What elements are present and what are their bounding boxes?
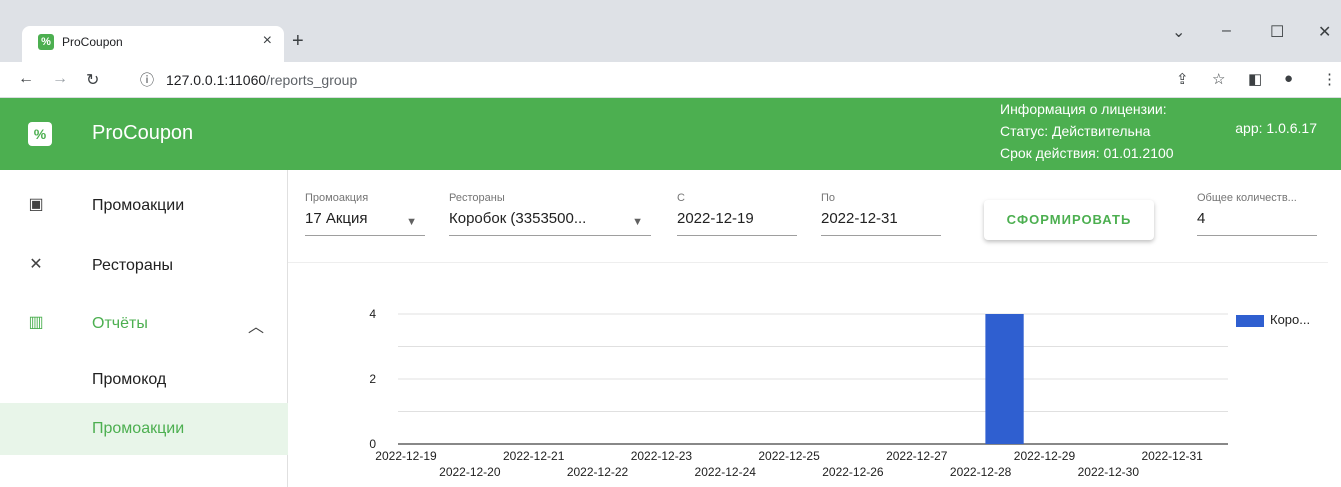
date-to-label: По xyxy=(821,192,836,204)
legend-swatch xyxy=(1236,315,1264,327)
minimize-icon[interactable]: – xyxy=(1222,22,1231,40)
x-tick-label: 2022-12-20 xyxy=(439,465,501,479)
new-tab-button[interactable]: + xyxy=(292,30,304,53)
field-underline xyxy=(677,235,797,236)
back-arrow-icon[interactable]: ← xyxy=(18,70,34,88)
x-tick-label: 2022-12-30 xyxy=(1078,465,1140,479)
total-count-label: Общее количеств... xyxy=(1197,192,1297,204)
license-info: Информация о лицензии: Статус: Действите… xyxy=(1000,98,1240,164)
profile-icon[interactable]: ● xyxy=(1284,70,1293,87)
url-text: 127.0.0.1:11060/reports_group xyxy=(166,72,358,88)
sidebar-item-label: Отчёты xyxy=(92,315,148,332)
field-underline xyxy=(821,235,941,236)
reload-icon[interactable]: ↻ xyxy=(86,70,99,90)
menu-icon[interactable]: ⋮ xyxy=(1322,70,1337,88)
sidebar-item-label: Промоакции xyxy=(92,197,185,214)
close-window-icon[interactable]: ✕ xyxy=(1318,22,1331,42)
x-tick-label: 2022-12-28 xyxy=(950,465,1012,479)
generate-button[interactable]: СФОРМИРОВАТЬ xyxy=(984,200,1154,240)
brand-title: ProCoupon xyxy=(92,122,194,144)
ticket-icon: ▣ xyxy=(28,196,44,213)
dropdown-arrow-icon: ▼ xyxy=(632,216,643,228)
utensils-icon: ✕ xyxy=(29,256,43,273)
restaurants-select[interactable]: Рестораны Коробок (3353500... ▼ xyxy=(449,180,651,236)
field-underline xyxy=(1197,235,1317,236)
share-icon[interactable]: ⇪ xyxy=(1176,70,1189,88)
bar[interactable] xyxy=(985,314,1024,444)
section-divider xyxy=(288,262,1328,263)
sidebar: ▣ Промоакции ✕ Рестораны ▥ Отчёты ︿ Пром… xyxy=(0,170,288,487)
restaurants-select-value: Коробок (3353500... xyxy=(449,210,587,227)
app-header: % ProCoupon Информация о лицензии: Стату… xyxy=(0,98,1341,170)
info-icon[interactable]: ⓘ xyxy=(140,70,154,90)
app-version: app: 1.0.6.17 xyxy=(1235,120,1317,136)
date-from-value: 2022-12-19 xyxy=(677,210,754,227)
procoupon-favicon-icon: % xyxy=(38,34,54,50)
x-tick-label: 2022-12-22 xyxy=(567,465,629,479)
tab-search-icon[interactable]: ⌄ xyxy=(1172,22,1185,42)
x-tick-label: 2022-12-29 xyxy=(1014,449,1076,463)
license-expiry: Срок действия: 01.01.2100 xyxy=(1000,145,1174,161)
sidebar-item-restaurants[interactable]: ✕ Рестораны xyxy=(0,240,288,292)
bar-chart-icon: ▥ xyxy=(28,314,44,331)
x-tick-label: 2022-12-26 xyxy=(822,465,884,479)
address-bar[interactable]: ⓘ 127.0.0.1:11060/reports_group xyxy=(130,68,1320,92)
restaurants-select-label: Рестораны xyxy=(449,192,505,204)
x-tick-label: 2022-12-25 xyxy=(758,449,820,463)
y-tick-label: 2 xyxy=(369,372,376,386)
x-tick-label: 2022-12-19 xyxy=(375,449,437,463)
browser-tab[interactable]: % ProCoupon × xyxy=(22,26,284,62)
procoupon-logo-icon: % xyxy=(28,122,52,146)
promo-bar-chart: 0242022-12-192022-12-202022-12-212022-12… xyxy=(369,307,1228,479)
sidebar-item-promocode[interactable]: Промокод xyxy=(0,354,288,406)
date-to-value: 2022-12-31 xyxy=(821,210,898,227)
date-to-field[interactable]: По 2022-12-31 xyxy=(821,180,941,236)
total-count-field: Общее количеств... 4 xyxy=(1197,180,1317,236)
license-title: Информация о лицензии: xyxy=(1000,101,1167,117)
date-from-field[interactable]: С 2022-12-19 xyxy=(677,180,797,236)
maximize-icon[interactable]: ☐ xyxy=(1270,22,1284,42)
legend-label: Коро... xyxy=(1270,312,1311,327)
sidepanel-icon[interactable]: ◧ xyxy=(1248,70,1262,88)
sidebar-item-reports[interactable]: ▥ Отчёты ︿ xyxy=(0,298,288,350)
x-tick-label: 2022-12-21 xyxy=(503,449,565,463)
sidebar-item-label: Рестораны xyxy=(92,257,174,274)
sidebar-item-label: Промокод xyxy=(92,371,167,388)
dropdown-arrow-icon: ▼ xyxy=(406,216,417,228)
chevron-up-icon[interactable]: ︿ xyxy=(248,313,264,337)
tab-close-icon[interactable]: × xyxy=(263,32,272,50)
promo-select-value: 17 Акция xyxy=(305,210,368,227)
browser-tab-bar: % ProCoupon × + ⌄ – ☐ ✕ xyxy=(0,0,1341,62)
forward-arrow-icon[interactable]: → xyxy=(52,70,68,88)
field-underline xyxy=(449,235,651,236)
sidebar-item-label: Промоакции xyxy=(92,420,185,437)
promo-select-label: Промоакция xyxy=(305,192,369,204)
license-status: Статус: Действительна xyxy=(1000,123,1151,139)
browser-toolbar: ← → ↻ ⓘ 127.0.0.1:11060/reports_group ⇪ … xyxy=(0,62,1341,98)
sidebar-item-promotions[interactable]: ▣ Промоакции xyxy=(0,180,288,232)
y-tick-label: 4 xyxy=(369,307,376,321)
promo-select[interactable]: Промоакция 17 Акция ▼ xyxy=(305,180,425,236)
x-tick-label: 2022-12-23 xyxy=(631,449,693,463)
date-from-label: С xyxy=(677,192,685,204)
app-window: % ProCoupon × + ⌄ – ☐ ✕ ← → ↻ ⓘ 127.0.0.… xyxy=(0,0,1341,487)
x-tick-label: 2022-12-27 xyxy=(886,449,948,463)
x-tick-label: 2022-12-24 xyxy=(695,465,757,479)
x-tick-label: 2022-12-31 xyxy=(1141,449,1203,463)
star-icon[interactable]: ☆ xyxy=(1212,70,1225,88)
total-count-value: 4 xyxy=(1197,210,1206,227)
sidebar-item-promo-report[interactable]: Промоакции xyxy=(0,403,288,455)
field-underline xyxy=(305,235,425,236)
tab-title: ProCoupon xyxy=(62,35,123,49)
